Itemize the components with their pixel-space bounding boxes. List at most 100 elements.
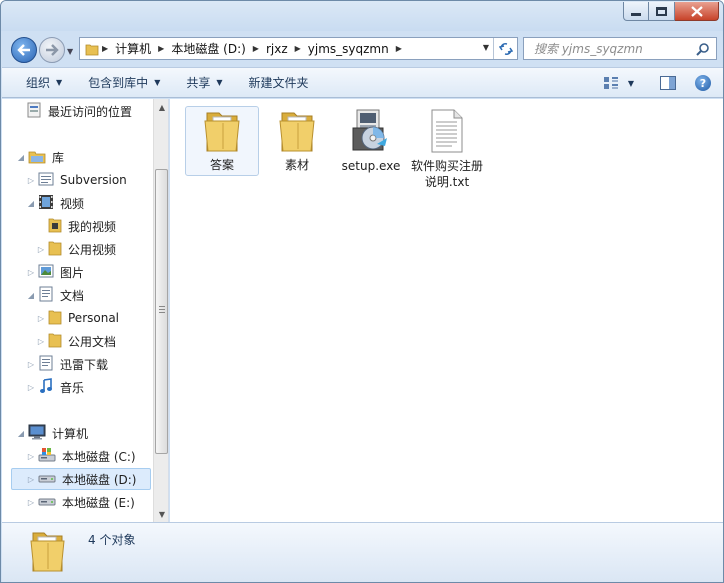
expand-arrow-icon[interactable]: ◢	[16, 153, 26, 162]
navigation-pane-scrollbar[interactable]: ▲ ▼	[153, 99, 168, 522]
breadcrumb-separator[interactable]: ▶	[393, 44, 405, 53]
breadcrumb-separator[interactable]: ▶	[155, 44, 167, 53]
breadcrumb-current-folder[interactable]: yjms_syqzmn	[304, 38, 393, 59]
organize-menu[interactable]: 组织 ▼	[2, 70, 75, 95]
sidebar-item-documents[interactable]: ◢ 文档	[26, 284, 84, 306]
sidebar-item-label: 迅雷下载	[60, 357, 109, 372]
expand-arrow-icon[interactable]: ▷	[26, 268, 36, 277]
address-bar[interactable]: ▶ 计算机 ▶ 本地磁盘 (D:) ▶ rjxz ▶ yjms_syqzmn ▶…	[79, 37, 518, 60]
sidebar-item-music[interactable]: ▷ 音乐	[26, 376, 84, 398]
sidebar-item-label: 公用视频	[68, 242, 117, 257]
scrollbar-thumb[interactable]	[155, 169, 168, 454]
navigation-pane: 最近访问的位置 ◢ 库 ▷ Subversion ◢ 视频 我的视频 ▷ 公用视…	[2, 99, 169, 522]
expand-arrow-icon[interactable]: ▷	[26, 176, 36, 185]
sidebar-item-drive-e[interactable]: ▷ 本地磁盘 (E:)	[26, 491, 135, 513]
sidebar-item-label: 视频	[60, 196, 85, 211]
share-menu[interactable]: 共享 ▼	[173, 70, 235, 95]
help-icon[interactable]: ?	[695, 75, 711, 91]
expand-arrow-icon[interactable]: ▷	[26, 452, 36, 461]
installer-icon	[352, 109, 387, 151]
recent-places-icon	[26, 102, 42, 121]
expand-arrow-icon[interactable]: ▷	[36, 314, 46, 323]
search-box[interactable]	[523, 37, 717, 60]
file-item-setup[interactable]: setup.exe	[334, 106, 408, 200]
details-pane: 4 个对象	[2, 522, 723, 582]
sidebar-item-personal[interactable]: ▷ Personal	[36, 307, 119, 329]
maximize-button[interactable]	[649, 2, 675, 21]
file-name: 软件购买注册说明.txt	[410, 159, 483, 189]
explorer-window: ▼ ▶ 计算机 ▶ 本地磁盘 (D:) ▶ rjxz ▶ yjms_syqzmn…	[0, 0, 724, 583]
forward-button[interactable]	[39, 37, 65, 63]
navigation-bar: ▼ ▶ 计算机 ▶ 本地磁盘 (D:) ▶ rjxz ▶ yjms_syqzmn…	[1, 31, 723, 63]
sidebar-item-my-videos[interactable]: 我的视频	[36, 215, 116, 237]
title-bar	[1, 1, 723, 31]
recent-pages-dropdown[interactable]: ▼	[67, 47, 73, 56]
scroll-up-icon[interactable]: ▲	[154, 99, 168, 115]
view-controls: ▼ ?	[601, 72, 711, 94]
breadcrumb-separator[interactable]: ▶	[99, 44, 111, 53]
video-library-icon	[38, 194, 54, 213]
refresh-button[interactable]	[493, 38, 517, 59]
breadcrumb-separator[interactable]: ▶	[250, 44, 262, 53]
sidebar-item-pictures[interactable]: ▷ 图片	[26, 261, 84, 283]
folder-icon	[48, 240, 62, 259]
change-view-button[interactable]: ▼	[601, 72, 637, 94]
expand-arrow-icon[interactable]: ▷	[26, 498, 36, 507]
chevron-down-icon: ▼	[56, 78, 63, 87]
sidebar-item-recent-places[interactable]: 最近访问的位置	[26, 100, 132, 122]
drive-icon	[38, 493, 56, 512]
expand-arrow-icon[interactable]: ◢	[26, 291, 36, 300]
file-item-answers[interactable]: 答案	[185, 106, 259, 176]
sidebar-item-thunder-downloads[interactable]: ▷ 迅雷下载	[26, 353, 108, 375]
close-icon	[690, 5, 703, 17]
sidebar-item-computer[interactable]: ◢ 计算机	[16, 422, 88, 444]
sidebar-item-drive-d[interactable]: ▷ 本地磁盘 (D:)	[11, 468, 151, 490]
sidebar-item-label: 计算机	[52, 426, 89, 441]
address-history-dropdown[interactable]: ▼	[483, 43, 489, 52]
file-list: 答案 素材 setup.exe 软件购买注册说明.txt	[170, 99, 723, 522]
share-label: 共享	[186, 76, 211, 90]
sidebar-item-public-documents[interactable]: ▷ 公用文档	[36, 330, 116, 352]
minimize-button[interactable]	[623, 2, 649, 21]
back-button[interactable]	[11, 37, 37, 63]
sidebar-item-videos[interactable]: ◢ 视频	[26, 192, 84, 214]
document-library-icon	[38, 355, 54, 374]
expand-arrow-icon[interactable]: ▷	[36, 245, 46, 254]
include-in-library-menu[interactable]: 包含到库中 ▼	[75, 70, 173, 95]
drive-icon	[38, 470, 56, 489]
close-button[interactable]	[675, 2, 719, 21]
maximize-icon	[656, 6, 667, 16]
document-library-icon	[38, 171, 54, 190]
expand-arrow-icon[interactable]: ◢	[16, 429, 26, 438]
minimize-icon	[631, 12, 641, 16]
sidebar-item-library[interactable]: ◢ 库	[16, 146, 64, 168]
breadcrumb-computer[interactable]: 计算机	[111, 38, 155, 59]
file-item-readme[interactable]: 软件购买注册说明.txt	[409, 106, 485, 200]
scroll-down-icon[interactable]: ▼	[154, 506, 168, 522]
file-item-materials[interactable]: 素材	[260, 106, 334, 200]
search-icon[interactable]	[696, 42, 710, 56]
sidebar-item-public-videos[interactable]: ▷ 公用视频	[36, 238, 116, 260]
search-input[interactable]	[524, 38, 684, 59]
expand-arrow-icon[interactable]: ▷	[26, 383, 36, 392]
window-controls	[623, 2, 719, 21]
library-icon	[28, 148, 46, 167]
breadcrumb-drive-d[interactable]: 本地磁盘 (D:)	[167, 38, 249, 59]
preview-pane-button[interactable]	[657, 72, 679, 94]
expand-arrow-icon[interactable]: ▷	[36, 337, 46, 346]
breadcrumb-rjxz[interactable]: rjxz	[262, 38, 292, 59]
expand-arrow-icon[interactable]: ◢	[26, 199, 36, 208]
file-name: 素材	[284, 158, 309, 172]
expand-arrow-icon[interactable]: ▷	[26, 475, 36, 484]
sidebar-item-subversion[interactable]: ▷ Subversion	[26, 169, 127, 191]
breadcrumb-separator[interactable]: ▶	[292, 44, 304, 53]
new-folder-button[interactable]: 新建文件夹	[236, 70, 322, 95]
expand-arrow-icon[interactable]: ▷	[26, 360, 36, 369]
back-arrow-icon	[17, 44, 30, 56]
sidebar-item-drive-c[interactable]: ▷ 本地磁盘 (C:)	[26, 445, 136, 467]
new-folder-label: 新建文件夹	[248, 76, 309, 90]
grip-icon	[159, 306, 165, 314]
sidebar-item-label: 我的视频	[68, 219, 117, 234]
computer-icon	[28, 424, 46, 443]
item-count: 4 个对象	[88, 533, 136, 547]
